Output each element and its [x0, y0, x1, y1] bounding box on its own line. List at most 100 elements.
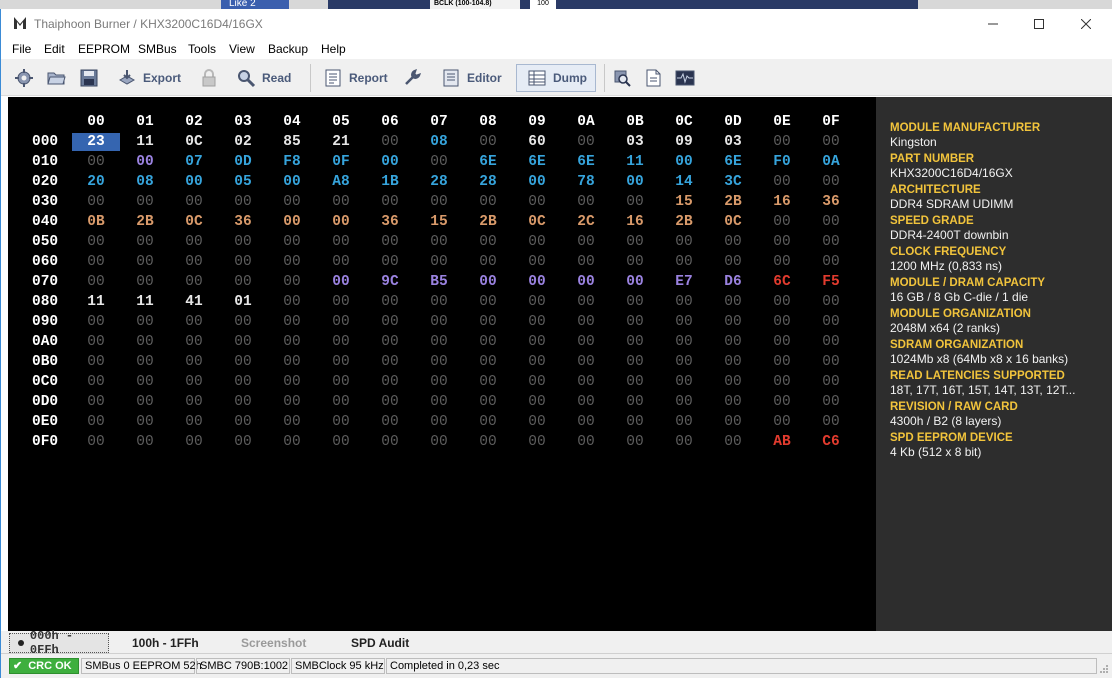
hex-cell[interactable]: 00: [513, 193, 561, 211]
hex-cell[interactable]: 20: [72, 173, 120, 191]
hex-cell[interactable]: 00: [513, 293, 561, 311]
hex-cell[interactable]: 00: [807, 133, 855, 151]
hex-cell[interactable]: 00: [415, 333, 463, 351]
tools-button[interactable]: [402, 64, 422, 92]
hex-cell[interactable]: 00: [366, 153, 414, 171]
tab-screenshot[interactable]: Screenshot: [241, 633, 306, 653]
hex-cell[interactable]: 0B: [72, 213, 120, 231]
hex-cell[interactable]: 00: [709, 333, 757, 351]
hex-cell[interactable]: 00: [660, 293, 708, 311]
hex-dump-panel[interactable]: 00 01 02 03 04 05 06 07 08 09 0A 0B 0C 0D 0E 0F 000 23 11…: [8, 97, 876, 631]
hex-cell[interactable]: 00: [366, 233, 414, 251]
hex-cell[interactable]: 00: [513, 373, 561, 391]
hex-cell[interactable]: 00: [121, 333, 169, 351]
hex-cell[interactable]: 15: [660, 193, 708, 211]
menu-eeprom[interactable]: EEPROM: [78, 42, 130, 56]
hex-cell[interactable]: 00: [317, 433, 365, 451]
minimize-button[interactable]: [970, 9, 1016, 39]
hex-cell[interactable]: 00: [170, 333, 218, 351]
hex-cell[interactable]: 00: [758, 133, 806, 151]
hex-cell[interactable]: 6E: [709, 153, 757, 171]
hex-cell[interactable]: 00: [72, 253, 120, 271]
hex-cell[interactable]: 00: [121, 353, 169, 371]
hex-cell[interactable]: 00: [415, 293, 463, 311]
hex-cell[interactable]: 00: [72, 273, 120, 291]
hex-cell[interactable]: 00: [660, 373, 708, 391]
hex-cell[interactable]: 00: [170, 433, 218, 451]
hex-cell[interactable]: 2B: [660, 213, 708, 231]
hex-cell[interactable]: 00: [366, 133, 414, 151]
hex-cell[interactable]: 00: [807, 333, 855, 351]
hex-cell[interactable]: 00: [513, 173, 561, 191]
hex-cell[interactable]: 00: [464, 373, 512, 391]
hex-cell[interactable]: 0D: [219, 153, 267, 171]
hex-cell[interactable]: 11: [72, 293, 120, 311]
oscilloscope-button[interactable]: [675, 64, 695, 92]
hex-cell[interactable]: 00: [268, 393, 316, 411]
hex-cell[interactable]: 00: [513, 233, 561, 251]
hex-cell[interactable]: 00: [317, 313, 365, 331]
hex-cell[interactable]: 00: [170, 173, 218, 191]
hex-cell[interactable]: 00: [709, 373, 757, 391]
hex-cell[interactable]: 03: [611, 133, 659, 151]
hex-cell[interactable]: 00: [72, 413, 120, 431]
hex-cell[interactable]: 00: [807, 313, 855, 331]
hex-cell[interactable]: 00: [219, 273, 267, 291]
hex-cell[interactable]: 00: [660, 393, 708, 411]
hex-cell[interactable]: 00: [219, 413, 267, 431]
hex-cell[interactable]: 00: [611, 333, 659, 351]
hex-cell[interactable]: 00: [660, 313, 708, 331]
hex-cell[interactable]: 00: [317, 213, 365, 231]
resize-grip-icon[interactable]: [1099, 664, 1109, 674]
hex-cell[interactable]: 00: [317, 393, 365, 411]
hex-cell[interactable]: 00: [758, 333, 806, 351]
title-bar[interactable]: Thaiphoon Burner / KHX3200C16D4/16GX: [1, 9, 1112, 39]
hex-cell[interactable]: 00: [513, 433, 561, 451]
hex-cell[interactable]: 00: [660, 413, 708, 431]
hex-cell[interactable]: 00: [758, 173, 806, 191]
hex-cell[interactable]: 00: [317, 353, 365, 371]
hex-cell[interactable]: 00: [709, 293, 757, 311]
hex-cell[interactable]: 00: [121, 433, 169, 451]
hex-cell[interactable]: 00: [415, 413, 463, 431]
hex-cell[interactable]: 08: [415, 133, 463, 151]
hex-cell[interactable]: 00: [366, 253, 414, 271]
hex-cell[interactable]: 00: [72, 393, 120, 411]
hex-cell[interactable]: 00: [121, 253, 169, 271]
hex-cell[interactable]: 00: [268, 213, 316, 231]
hex-cell[interactable]: 00: [464, 313, 512, 331]
hex-cell[interactable]: 00: [268, 373, 316, 391]
hex-cell[interactable]: 00: [170, 313, 218, 331]
hex-cell[interactable]: 00: [758, 293, 806, 311]
hex-cell[interactable]: 00: [366, 373, 414, 391]
hex-cell[interactable]: 00: [317, 233, 365, 251]
hex-cell[interactable]: 00: [366, 333, 414, 351]
hex-cell[interactable]: 78: [562, 173, 610, 191]
hex-cell[interactable]: 00: [709, 253, 757, 271]
hex-cell[interactable]: 00: [562, 433, 610, 451]
hex-cell[interactable]: 00: [72, 313, 120, 331]
hex-cell[interactable]: 0C: [170, 133, 218, 151]
hex-cell[interactable]: 00: [268, 333, 316, 351]
hex-cell[interactable]: 00: [219, 333, 267, 351]
hex-cell[interactable]: 00: [660, 153, 708, 171]
hex-cell[interactable]: 00: [415, 353, 463, 371]
hex-cell[interactable]: 00: [758, 233, 806, 251]
hex-cell[interactable]: 02: [219, 133, 267, 151]
hex-cell[interactable]: 0A: [807, 153, 855, 171]
hex-cell[interactable]: 00: [366, 413, 414, 431]
hex-cell[interactable]: 00: [513, 353, 561, 371]
hex-cell[interactable]: 15: [415, 213, 463, 231]
hex-cell[interactable]: 0C: [709, 213, 757, 231]
hex-cell[interactable]: 00: [758, 213, 806, 231]
hex-cell[interactable]: 00: [72, 433, 120, 451]
hex-cell[interactable]: 00: [660, 253, 708, 271]
menu-file[interactable]: File: [12, 42, 31, 56]
hex-cell[interactable]: 3C: [709, 173, 757, 191]
hex-cell[interactable]: 00: [415, 433, 463, 451]
settings-button[interactable]: [14, 64, 34, 92]
hex-cell[interactable]: 00: [121, 393, 169, 411]
hex-cell[interactable]: 00: [219, 433, 267, 451]
hex-cell[interactable]: 00: [268, 193, 316, 211]
hex-cell[interactable]: 00: [562, 233, 610, 251]
